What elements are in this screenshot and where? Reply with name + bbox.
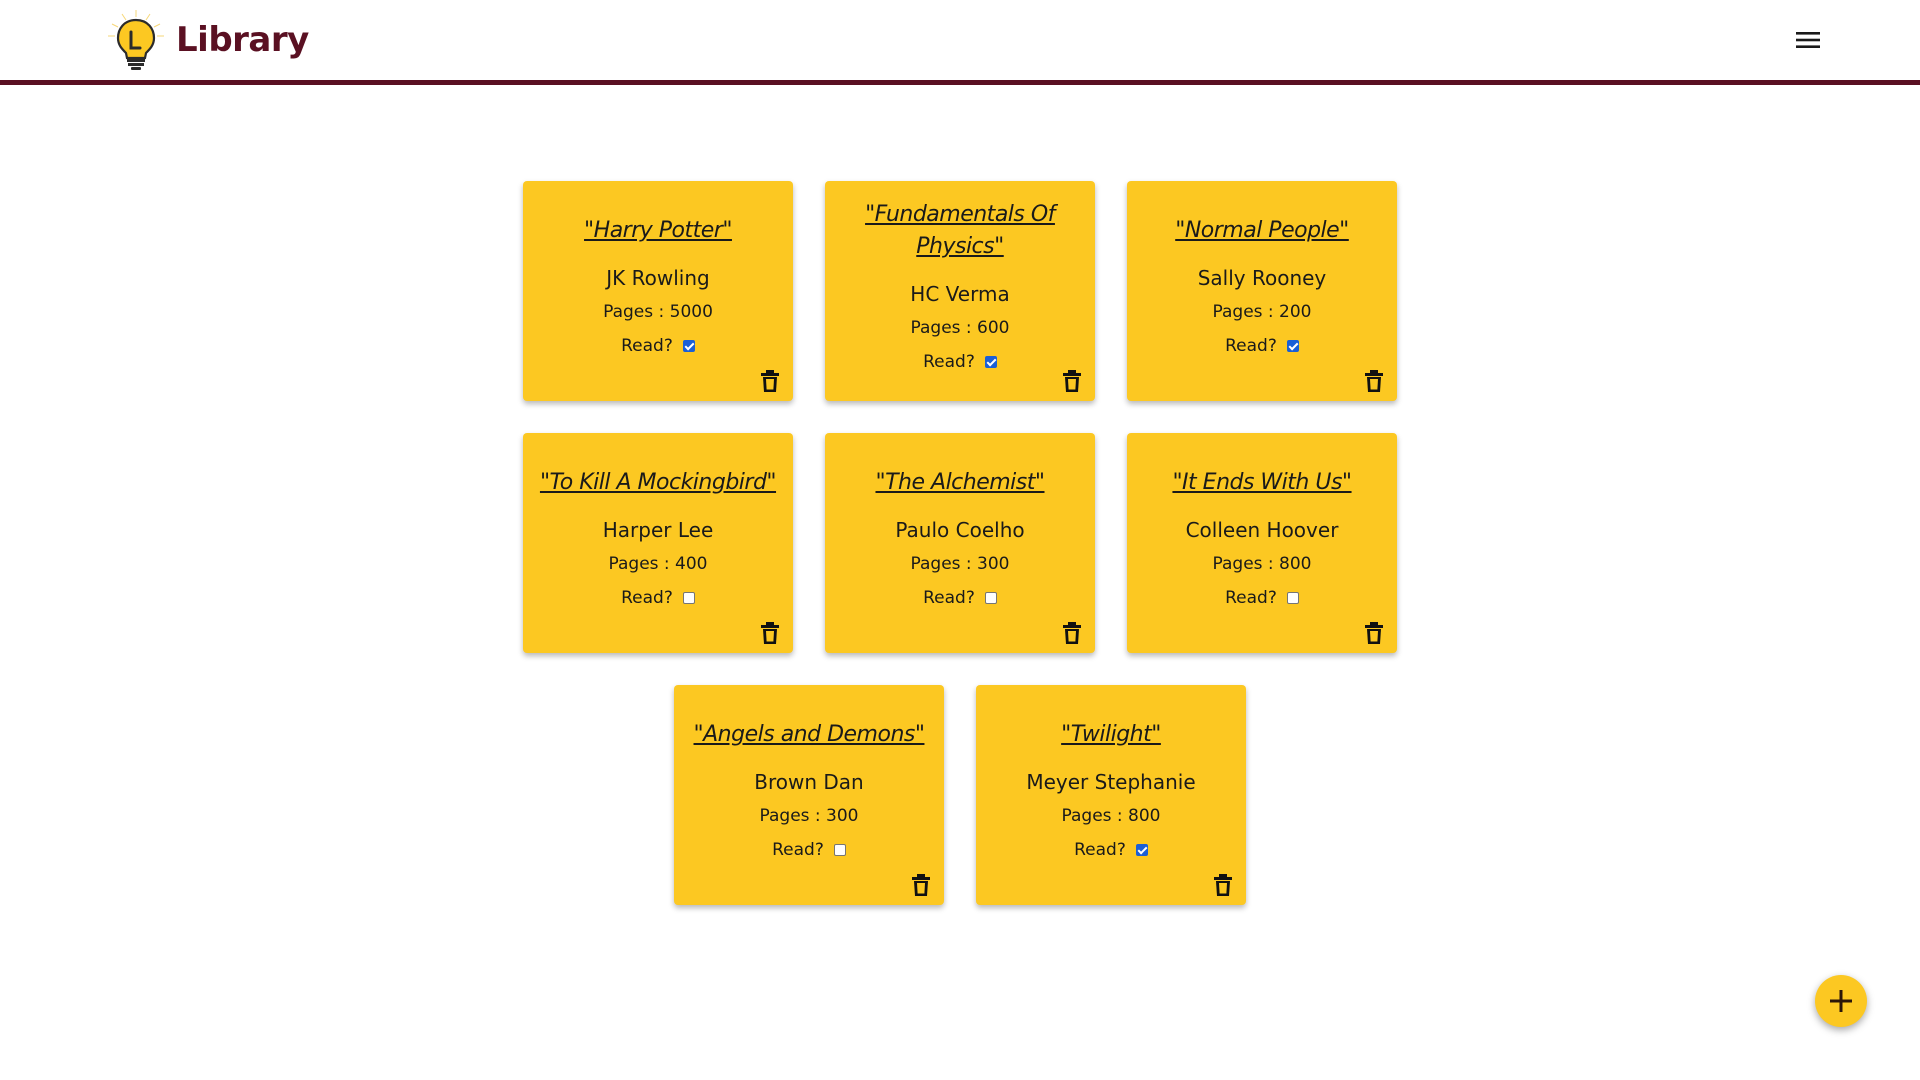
read-checkbox[interactable] [984,592,997,604]
read-checkbox[interactable] [833,844,846,856]
hamburger-menu-icon [1796,32,1820,48]
book-title[interactable]: "The Alchemist" [865,467,1054,499]
book-pages: Pages : 300 [910,554,1010,574]
book-card: "Fundamentals Of Physics" HC Verma Pages… [825,181,1095,401]
book-card: "To Kill A Mockingbird" Harper Lee Pages… [523,433,793,653]
book-author: Meyer Stephanie [1026,770,1196,794]
read-status: Read? [1225,587,1299,609]
book-pages: Pages : 400 [608,554,708,574]
read-status: Read? [621,587,695,609]
book-title[interactable]: "Harry Potter" [574,215,742,247]
delete-button[interactable] [759,621,781,645]
book-card: "It Ends With Us" Colleen Hoover Pages :… [1127,433,1397,653]
read-checkbox[interactable] [682,592,695,604]
delete-button[interactable] [1061,621,1083,645]
book-author: Paulo Coelho [895,518,1025,542]
book-title[interactable]: "Angels and Demons" [684,719,935,751]
book-card: "Twilight" Meyer Stephanie Pages : 800 R… [976,685,1246,905]
read-label: Read? [923,588,975,608]
book-pages: Pages : 300 [759,806,859,826]
delete-button[interactable] [1212,873,1234,897]
trash-icon [1214,874,1232,896]
book-author: Brown Dan [754,770,864,794]
read-label: Read? [1074,840,1126,860]
read-status: Read? [1074,839,1148,861]
read-checkbox[interactable] [1286,340,1299,352]
book-author: JK Rowling [606,266,710,290]
read-status: Read? [923,587,997,609]
read-checkbox[interactable] [682,340,695,352]
trash-icon [761,370,779,392]
add-book-button[interactable] [1815,975,1867,1027]
read-status: Read? [621,335,695,357]
delete-button[interactable] [1363,621,1385,645]
book-pages: Pages : 5000 [603,302,713,322]
read-status: Read? [923,351,997,373]
menu-button[interactable] [1790,24,1826,56]
book-author: Harper Lee [602,518,714,542]
book-card: "Harry Potter" JK Rowling Pages : 5000 R… [523,181,793,401]
read-label: Read? [1225,336,1277,356]
book-card: "Normal People" Sally Rooney Pages : 200… [1127,181,1397,401]
book-title[interactable]: "To Kill A Mockingbird" [530,467,786,499]
brand: Library [100,10,309,70]
book-title[interactable]: "It Ends With Us" [1162,467,1361,499]
read-label: Read? [923,352,975,372]
book-card: "The Alchemist" Paulo Coelho Pages : 300… [825,433,1095,653]
book-pages: Pages : 800 [1061,806,1161,826]
book-author: Sally Rooney [1197,266,1327,290]
read-checkbox[interactable] [1135,844,1148,856]
trash-icon [1063,622,1081,644]
book-title[interactable]: "Fundamentals Of Physics" [825,199,1095,263]
trash-icon [1063,370,1081,392]
delete-button[interactable] [759,369,781,393]
read-label: Read? [621,336,673,356]
book-card: "Angels and Demons" Brown Dan Pages : 30… [674,685,944,905]
delete-button[interactable] [1061,369,1083,393]
lightbulb-icon [108,10,164,70]
trash-icon [761,622,779,644]
book-author: Colleen Hoover [1185,518,1339,542]
read-status: Read? [1225,335,1299,357]
book-pages: Pages : 200 [1212,302,1312,322]
trash-icon [1365,622,1383,644]
read-status: Read? [772,839,846,861]
read-label: Read? [621,588,673,608]
plus-icon [1830,990,1852,1012]
trash-icon [1365,370,1383,392]
book-pages: Pages : 800 [1212,554,1312,574]
book-title[interactable]: "Normal People" [1165,215,1359,247]
trash-icon [912,874,930,896]
book-title[interactable]: "Twilight" [1051,719,1171,751]
app-title: Library [176,20,309,60]
delete-button[interactable] [910,873,932,897]
delete-button[interactable] [1363,369,1385,393]
read-checkbox[interactable] [984,356,997,368]
read-label: Read? [772,840,824,860]
read-label: Read? [1225,588,1277,608]
app-header: Library [0,0,1920,85]
book-author: HC Verma [910,282,1010,306]
read-checkbox[interactable] [1286,592,1299,604]
book-pages: Pages : 600 [910,318,1010,338]
